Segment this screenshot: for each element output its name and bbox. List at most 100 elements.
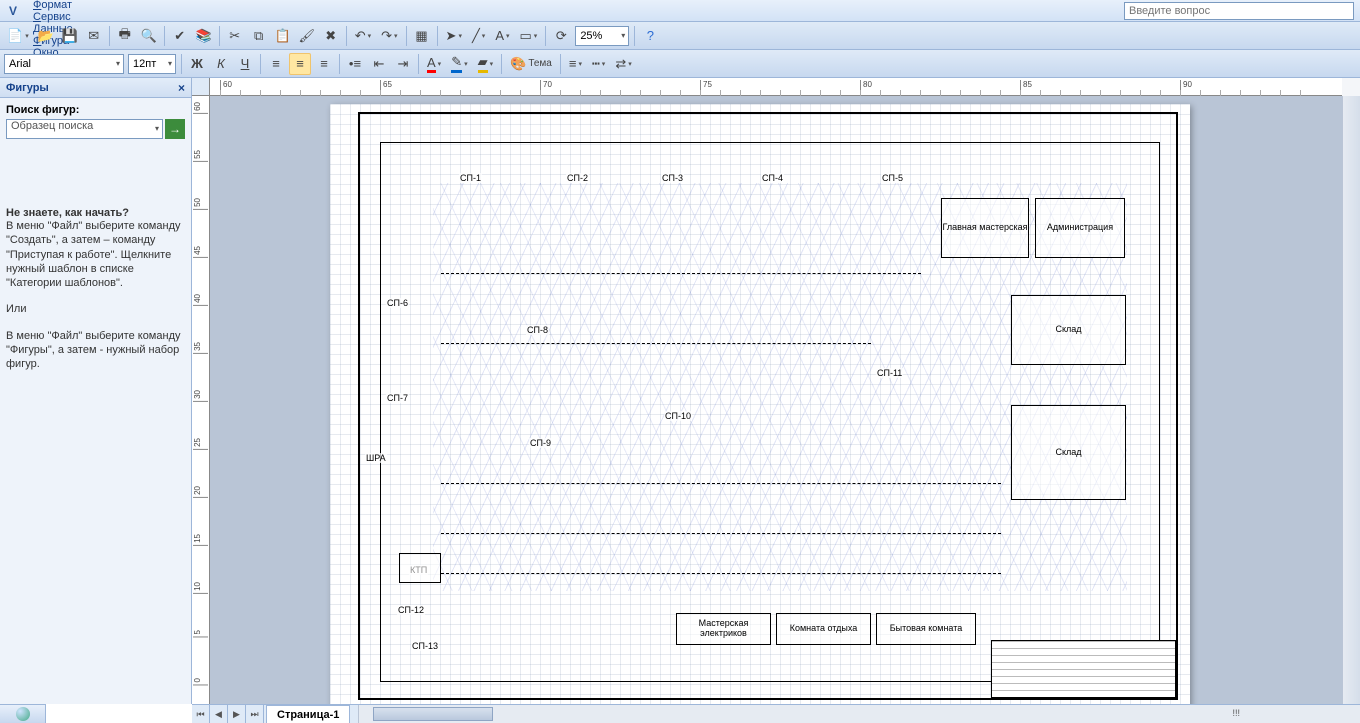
tab-first-button[interactable]: ⏮ [192,705,210,723]
taskbar-stub [0,704,46,723]
panel-label: СП-8 [526,325,549,335]
line-weight-button[interactable]: ≡▾ [565,53,586,75]
print-preview-button[interactable]: 🔍 [138,25,160,47]
rotate-button[interactable]: ⟳ [550,25,572,47]
page-tab[interactable]: Страница-1 [266,705,350,723]
line-ends-button[interactable]: ⇄▾ [611,53,635,75]
vertical-ruler[interactable]: 605550454035302520151050 [192,96,210,704]
align-left-button[interactable]: ≡ [265,53,287,75]
panel-label: СП-7 [386,393,409,403]
shapes-search-go-button[interactable]: → [165,119,185,139]
italic-button[interactable]: К [210,53,232,75]
panel-label: СП-2 [566,173,589,183]
open-button[interactable]: 📂 [35,25,57,47]
font-size-combo[interactable]: 12пт [128,54,176,74]
panel-label: СП-13 [411,641,439,651]
tab-last-button[interactable]: ⏭ [246,705,264,723]
research-button[interactable]: 📚 [193,25,215,47]
menu-сервис[interactable]: Сервис [26,11,83,23]
room: Комната отдыха [776,613,871,645]
shapes-panel-title: Фигуры × [0,78,191,98]
bold-button[interactable]: Ж [186,53,208,75]
save-button[interactable]: 💾 [59,25,81,47]
formatting-toolbar: Arial 12пт Ж К Ч ≡ ≡ ≡ •≡ ⇤ ⇥ A▾ ✎▾ ▰▾ 🎨… [0,50,1360,78]
room: Администрация [1035,198,1125,258]
drawing-page[interactable]: Главная мастерскаяАдминистрация Склад Скла… [330,104,1190,704]
shapes-search-input[interactable]: Образец поиска [6,119,163,139]
shapes-panel-close-icon[interactable]: × [178,81,185,95]
paste-button[interactable]: 📋 [272,25,294,47]
text-tool-button[interactable]: A▾ [491,25,513,47]
standard-toolbar: 📄▾ 📂 💾 ✉ 🖶 🔍 ✔ 📚 ✂ ⧉ 📋 🖌 ✖ ↶▾ ↷▾ ▦ ➤▾ ╱▾… [0,22,1360,50]
shapes-panel: Фигуры × Поиск фигур: Образец поиска → Н… [0,78,192,704]
search-label: Поиск фигур: [6,104,185,116]
panel-label: СП-9 [529,438,552,448]
font-color-button[interactable]: A▾ [423,53,445,75]
shapes-help-text: Не знаете, как начать? В меню "Файл" выб… [0,207,191,384]
panel-label: СП-5 [881,173,904,183]
line-pattern-button[interactable]: ┅▾ [588,53,609,75]
help-button[interactable]: ? [639,25,661,47]
start-orb-icon [16,707,30,721]
horizontal-scrollbar[interactable]: !!! [358,705,1360,723]
redo-button[interactable]: ↷▾ [377,25,401,47]
print-button[interactable]: 🖶 [114,25,136,47]
panel-label: СП-4 [761,173,784,183]
ruler-corner [192,78,210,96]
drawing-canvas[interactable]: Главная мастерскаяАдминистрация Склад Скла… [210,96,1342,704]
align-center-button[interactable]: ≡ [289,53,311,75]
shapes-panel-title-text: Фигуры [6,82,49,94]
room: Склад [1011,405,1126,500]
decrease-indent-button[interactable]: ⇤ [368,53,390,75]
delete-button[interactable]: ✖ [320,25,342,47]
theme-button[interactable]: 🎨Тема [506,53,556,75]
horizontal-scrollbar-thumb[interactable] [373,707,493,721]
help-heading: Не знаете, как начать? [6,207,129,219]
spellcheck-button[interactable]: ✔ [169,25,191,47]
font-combo[interactable]: Arial [4,54,124,74]
copy-button[interactable]: ⧉ [248,25,270,47]
horizontal-ruler[interactable]: 60657075808590 [210,78,1342,96]
panel-label: СП-1 [459,173,482,183]
panel-label: СП-10 [664,411,692,421]
bullets-button[interactable]: •≡ [344,53,366,75]
help-question-input[interactable] [1124,2,1354,20]
menu-формат[interactable]: Формат [26,0,83,11]
room: Склад [1011,295,1126,365]
help-or: Или [6,302,185,316]
zoom-combo[interactable]: 25% [575,26,629,46]
help-paragraph: В меню "Файл" выберите команду "Создать"… [6,219,185,290]
panel-label: СП-12 [397,605,425,615]
connector-tool-button[interactable]: ╱▾ [468,25,489,47]
format-painter-button[interactable]: 🖌 [296,25,318,47]
pointer-tool-button[interactable]: ➤▾ [442,25,466,47]
underline-button[interactable]: Ч [234,53,256,75]
vertical-scrollbar[interactable] [1342,96,1360,704]
align-right-button[interactable]: ≡ [313,53,335,75]
ktp-box [399,553,441,583]
title-block [991,640,1176,698]
fill-color-button[interactable]: ▰▾ [474,53,498,75]
increase-indent-button[interactable]: ⇥ [392,53,414,75]
page-tabs-bar: ⏮ ◀ ▶ ⏭ Страница-1 !!! [192,704,1360,723]
new-button[interactable]: 📄▾ [3,25,33,47]
room: Главная мастерская [941,198,1029,258]
tab-nav-buttons: ⏮ ◀ ▶ ⏭ [192,705,264,723]
menubar: V ФайлПравкаВидВставкаФорматСервисДанные… [0,0,1360,22]
panel-label: СП-6 [386,298,409,308]
tab-next-button[interactable]: ▶ [228,705,246,723]
floor-plan: Главная мастерскаяАдминистрация Склад Скла… [380,142,1160,682]
drawing-area: 60657075808590 605550454035302520151050 … [192,78,1360,704]
help-paragraph: В меню "Файл" выберите команду "Фигуры",… [6,329,185,372]
cut-button[interactable]: ✂ [224,25,246,47]
undo-button[interactable]: ↶▾ [351,25,375,47]
shapes-search-block: Поиск фигур: Образец поиска → [0,98,191,147]
scrollbar-mark: !!! [1232,708,1240,718]
line-color-button[interactable]: ✎▾ [447,53,471,75]
app-logo-icon: V [4,2,22,20]
mail-button[interactable]: ✉ [83,25,105,47]
rectangle-tool-button[interactable]: ▭▾ [516,25,542,47]
tab-prev-button[interactable]: ◀ [210,705,228,723]
panel-label: ШРА [365,453,387,463]
shapes-pane-button[interactable]: ▦ [411,25,433,47]
